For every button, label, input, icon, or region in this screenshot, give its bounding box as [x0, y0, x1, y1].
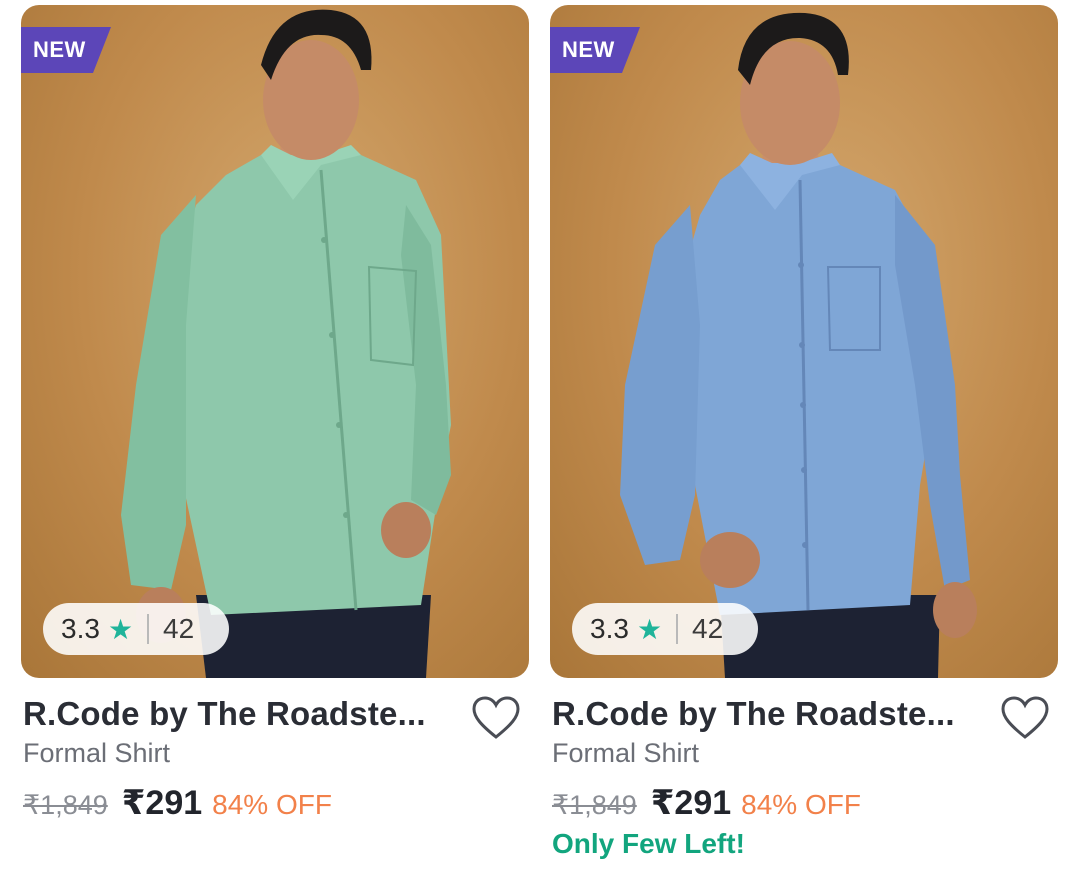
stock-note: Only Few Left!	[552, 828, 745, 859]
rating-count: 42	[692, 613, 724, 644]
product-image[interactable]	[550, 5, 1058, 678]
rating-pill: 3.3 ★ 42	[43, 603, 229, 655]
brand-name[interactable]: R.Code by The Roadste...	[23, 695, 443, 733]
rating-value: 3.3	[590, 613, 629, 644]
star-icon: ★	[107, 613, 134, 645]
sale-price: ₹291	[650, 784, 732, 822]
sale-price: ₹291	[121, 784, 203, 822]
rating-value: 3.3	[61, 613, 100, 644]
wishlist-button[interactable]	[471, 695, 521, 741]
product-image[interactable]	[21, 5, 529, 678]
heart-outline-icon	[472, 696, 520, 739]
discount-label: 84% OFF	[741, 789, 861, 820]
product-image-container[interactable]: NEW 3.3 ★ 42	[21, 5, 529, 678]
price-row: ₹1,849 ₹291 84% OFF	[23, 783, 332, 823]
original-price: ₹1,849	[23, 790, 108, 820]
pill-divider	[147, 614, 150, 644]
product-card[interactable]: NEW 3.3 ★ 42 R.Code by The Roadste... Fo…	[550, 5, 1058, 885]
brand-name[interactable]: R.Code by The Roadste...	[552, 695, 972, 733]
product-grid: NEW 3.3 ★ 42 R.Code by The Roadste... Fo…	[0, 0, 1079, 888]
price-row: ₹1,849 ₹291 84% OFF	[552, 783, 861, 823]
product-image-container[interactable]: NEW 3.3 ★ 42	[550, 5, 1058, 678]
rating-count: 42	[163, 613, 195, 644]
rating-pill: 3.3 ★ 42	[572, 603, 758, 655]
heart-outline-icon	[1001, 696, 1049, 739]
star-icon: ★	[636, 613, 663, 645]
wishlist-button[interactable]	[1000, 695, 1050, 741]
product-card[interactable]: NEW 3.3 ★ 42 R.Code by The Roadste... Fo…	[21, 5, 529, 885]
product-type: Formal Shirt	[552, 738, 700, 768]
product-type: Formal Shirt	[23, 738, 171, 768]
pill-divider	[676, 614, 679, 644]
discount-label: 84% OFF	[212, 789, 332, 820]
original-price: ₹1,849	[552, 790, 637, 820]
